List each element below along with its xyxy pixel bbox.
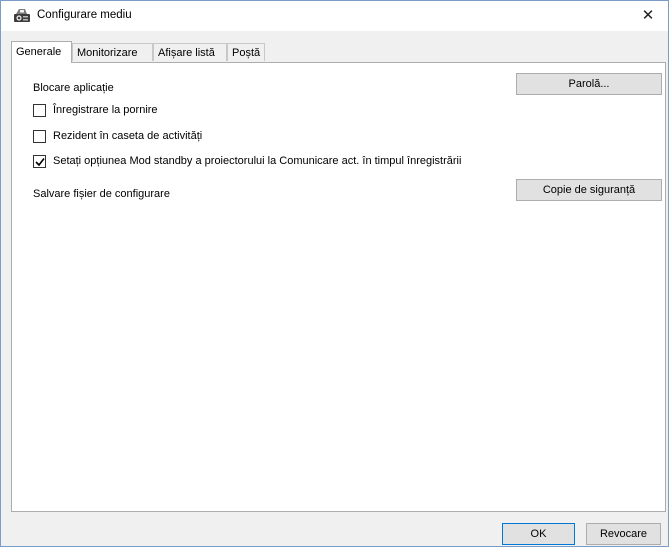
checkbox-label: Rezident în caseta de activități [53, 130, 203, 142]
checkbox-box[interactable] [33, 130, 46, 143]
tab-posta[interactable]: Poștă [227, 43, 265, 61]
tab-monitorizare[interactable]: Monitorizare [72, 43, 153, 61]
configuration-dialog: Configurare mediu ✕ Generale Monitorizar… [0, 0, 669, 547]
tab-label: Afișare listă [158, 47, 215, 59]
save-config-label: Salvare fișier de configurare [33, 188, 170, 200]
title-bar[interactable]: Configurare mediu ✕ [1, 1, 668, 31]
window-title: Configurare mediu [37, 9, 132, 21]
projector-settings-icon [13, 8, 31, 24]
cancel-button[interactable]: Revocare [586, 523, 661, 545]
tab-label: Generale [16, 46, 62, 58]
close-button[interactable]: ✕ [628, 1, 668, 31]
general-tab-panel: Blocare aplicație Parolă... Înregistrare… [11, 62, 666, 512]
ok-button[interactable]: OK [502, 523, 575, 545]
close-icon: ✕ [641, 7, 655, 24]
tab-afisare-lista[interactable]: Afișare listă [153, 43, 227, 61]
checkbox-box[interactable] [33, 155, 46, 168]
lock-app-label: Blocare aplicație [33, 82, 114, 94]
tab-label: Monitorizare [77, 47, 138, 59]
checkbox-label: Înregistrare la pornire [53, 104, 158, 116]
checkbox-label: Setați opțiunea Mod standby a proiectoru… [53, 155, 462, 167]
password-button[interactable]: Parolă... [516, 73, 662, 95]
backup-button[interactable]: Copie de siguranță [516, 179, 662, 201]
checkmark-icon [35, 158, 45, 167]
checkbox-box[interactable] [33, 104, 46, 117]
tab-label: Poștă [232, 47, 261, 59]
tab-generale[interactable]: Generale [11, 41, 72, 63]
